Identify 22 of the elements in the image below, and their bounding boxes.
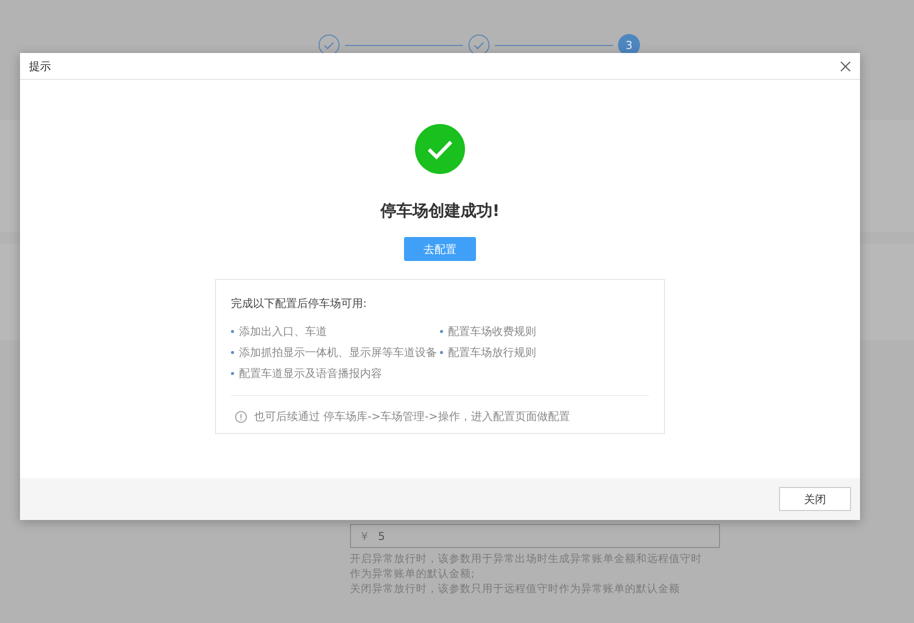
success-check-icon (415, 124, 465, 174)
info-icon (235, 410, 247, 422)
config-item: 添加出入口、车道 (239, 324, 327, 339)
bullet-icon (231, 330, 234, 333)
config-item: 添加抓拍显示一体机、显示屏等车道设备 (239, 345, 437, 360)
help-text: 开启异常放行时，该参数用于异常出场时生成异常账单金额和远程值守时作为异常账单的默认金额; (350, 552, 703, 582)
success-message: 停车场创建成功! (380, 201, 500, 222)
info-heading: 完成以下配置后停车场可用: (231, 296, 368, 311)
bullet-icon (231, 372, 234, 375)
close-button[interactable]: 关闭 (779, 487, 851, 511)
dialog-title: 提示 (29, 58, 51, 74)
configure-button[interactable]: 去配置 (404, 237, 476, 261)
bullet-icon (440, 330, 443, 333)
help-text: 关闭异常放行时，该参数只用于远程值守时作为异常账单的默认金额 (350, 582, 681, 597)
close-icon[interactable] (840, 60, 851, 72)
note-text: 也可后续通过 停车场库->车场管理->操作，进入配置页面做配置 (254, 409, 570, 424)
bullet-icon (440, 351, 443, 354)
amount-field[interactable]: ¥ 5 (350, 524, 720, 548)
bullet-icon (231, 351, 234, 354)
config-item: 配置车道显示及语音播报内容 (239, 366, 382, 381)
config-item: 配置车场收费规则 (448, 324, 536, 339)
config-item: 配置车场放行规则 (448, 345, 536, 360)
